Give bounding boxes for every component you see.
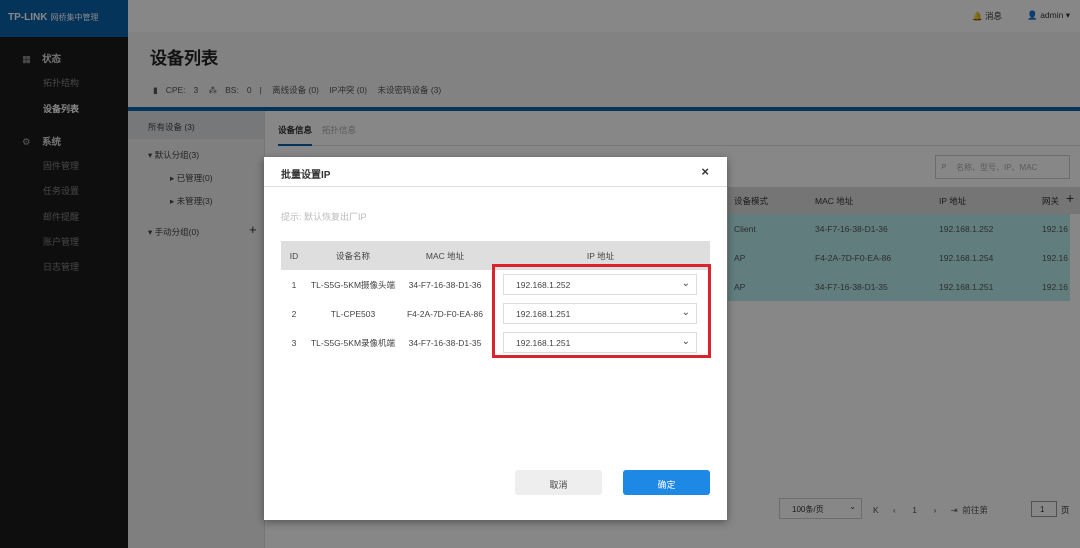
highlight-box: [492, 264, 711, 358]
close-icon[interactable]: ×: [701, 164, 709, 179]
row-id: 2: [291, 308, 297, 319]
mac-address: 34-F7-16-38-D1-36: [408, 279, 482, 290]
mac-address: F4-2A-7D-F0-EA-86: [406, 308, 484, 319]
device-name: TL-S5G-5KM摄像头端: [310, 279, 396, 290]
column-header: MAC 地址: [399, 241, 491, 270]
hint-text: 提示: 默认恢复出厂IP: [281, 212, 367, 222]
dialog-title: 批量设置IP: [264, 157, 727, 187]
row-id: 1: [291, 279, 297, 290]
mac-address: 34-F7-16-38-D1-35: [408, 337, 482, 348]
batch-ip-dialog: 批量设置IP × 提示: 默认恢复出厂IP ID 设备名称 MAC 地址 IP …: [264, 157, 727, 520]
confirm-button[interactable]: 确定: [623, 470, 710, 495]
column-header: 设备名称: [307, 241, 399, 270]
device-name: TL-CPE503: [330, 308, 376, 319]
device-name: TL-S5G-5KM录像机端: [310, 337, 396, 348]
column-header: ID: [281, 241, 307, 270]
row-id: 3: [291, 337, 297, 348]
cancel-button[interactable]: 取消: [515, 470, 602, 495]
